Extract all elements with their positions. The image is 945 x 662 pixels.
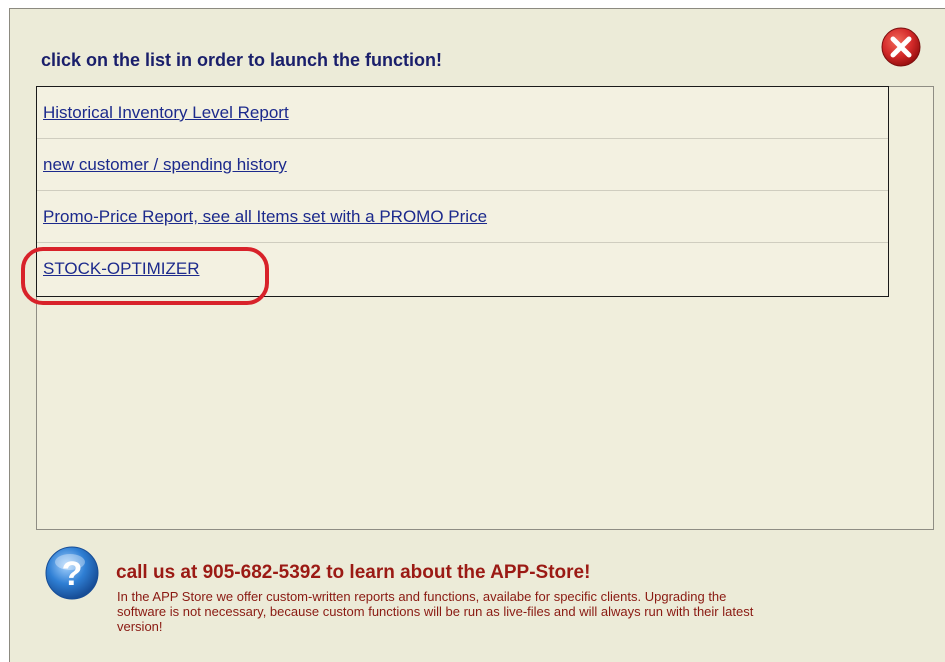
function-list: Historical Inventory Level Report new cu… [36, 86, 889, 297]
svg-text:?: ? [62, 555, 83, 593]
function-item-new-customer[interactable]: new customer / spending history [37, 139, 888, 191]
footer-title: call us at 905-682-5392 to learn about t… [116, 562, 591, 583]
function-item-historical-inventory[interactable]: Historical Inventory Level Report [37, 87, 888, 139]
function-link[interactable]: Historical Inventory Level Report [43, 103, 289, 123]
function-link[interactable]: new customer / spending history [43, 155, 287, 175]
question-mark-icon: ? [44, 545, 100, 601]
close-icon [881, 27, 921, 67]
close-button[interactable] [880, 26, 922, 68]
footer-description: In the APP Store we offer custom-written… [117, 589, 754, 634]
function-item-stock-optimizer[interactable]: STOCK-OPTIMIZER [37, 243, 888, 295]
function-item-promo-price[interactable]: Promo-Price Report, see all Items set wi… [37, 191, 888, 243]
function-link[interactable]: Promo-Price Report, see all Items set wi… [43, 207, 487, 227]
function-link[interactable]: STOCK-OPTIMIZER [43, 259, 199, 279]
instruction-text: click on the list in order to launch the… [41, 50, 443, 70]
